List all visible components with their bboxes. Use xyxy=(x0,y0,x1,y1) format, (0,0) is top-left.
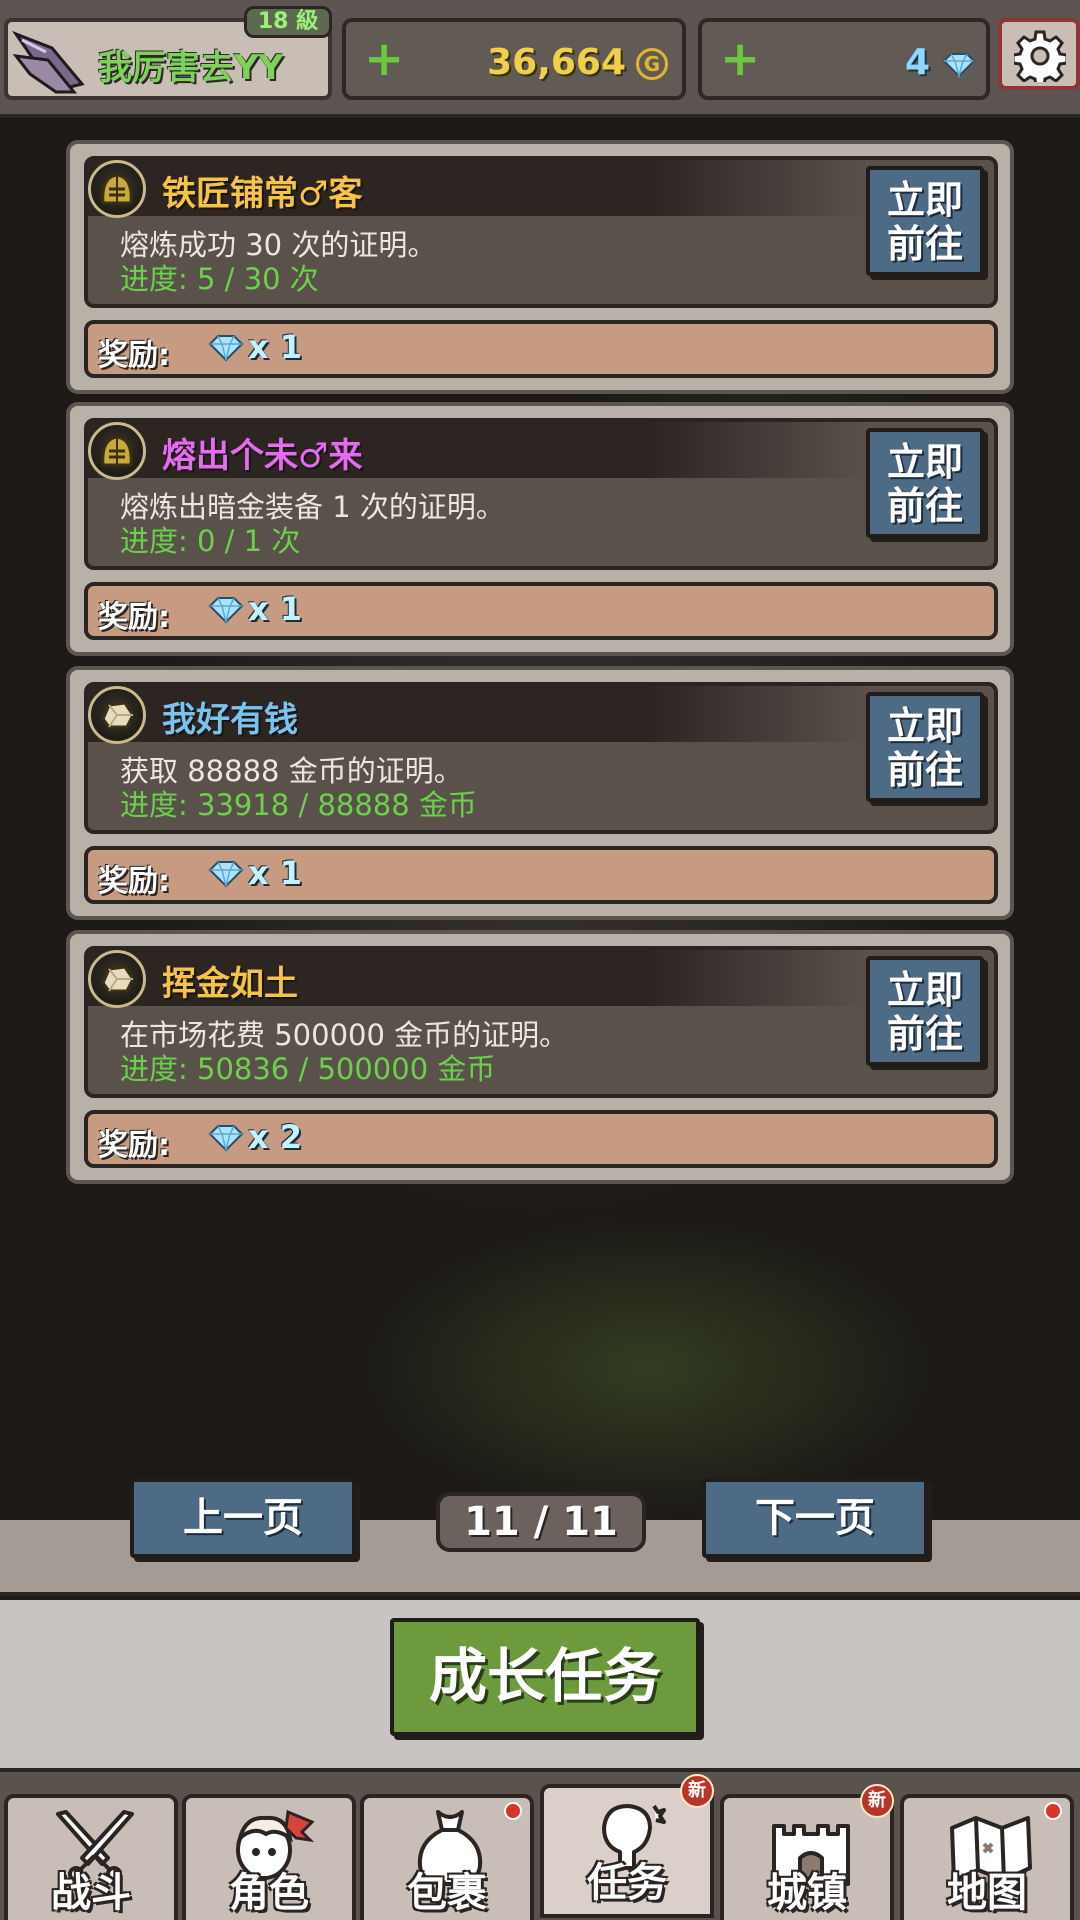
player-name: 我厉害去YY xyxy=(98,48,284,88)
reward-label: 奖励: xyxy=(98,864,170,899)
diamond-icon xyxy=(942,53,976,78)
go-now-button[interactable]: 立即 前往 xyxy=(866,692,984,802)
diamond-icon xyxy=(208,1124,244,1156)
tab-label: 地图 xyxy=(947,1870,1027,1916)
notification-dot xyxy=(1044,1802,1062,1820)
quest-progress: 进度: 5 / 30 次 xyxy=(120,262,319,296)
prev-page-button[interactable]: 上一页 xyxy=(130,1478,356,1558)
gold-coin-icon: G xyxy=(636,48,668,80)
growth-quest-button[interactable]: 成长任务 xyxy=(390,1618,700,1736)
add-gold-icon[interactable]: + xyxy=(364,34,404,84)
tab-label: 包裹 xyxy=(407,1870,487,1916)
quest-reward: 奖励: x 1 xyxy=(84,846,998,904)
diamond-icon xyxy=(208,596,244,628)
go-now-label: 立即 前往 xyxy=(886,440,963,528)
quest-body: 我好有钱 获取 88888 金币的证明。 进度: 33918 / 88888 金… xyxy=(84,682,998,834)
helmet-icon xyxy=(88,422,146,480)
next-page-button[interactable]: 下一页 xyxy=(702,1478,928,1558)
quest-reward: 奖励: x 1 xyxy=(84,320,998,378)
reward-label: 奖励: xyxy=(98,1128,170,1163)
tab-quest[interactable]: 任务 新 xyxy=(540,1774,714,1918)
reward-label: 奖励: xyxy=(98,600,170,635)
quest-title: 挥金如土 xyxy=(162,964,298,1004)
diamond-icon xyxy=(208,860,244,892)
quest-card: 我好有钱 获取 88888 金币的证明。 进度: 33918 / 88888 金… xyxy=(66,666,1014,920)
new-badge: 新 xyxy=(680,1774,714,1808)
quest-body: 挥金如土 在市场花费 500000 金币的证明。 进度: 50836 / 500… xyxy=(84,946,998,1098)
reward-amount: x 2 xyxy=(248,1118,303,1156)
tab-battle[interactable]: 战斗 xyxy=(4,1794,178,1920)
go-now-button[interactable]: 立即 前往 xyxy=(866,956,984,1066)
tab-label: 战斗 xyxy=(51,1870,131,1916)
quest-title: 铁匠铺常♂客 xyxy=(162,174,363,214)
ore-icon xyxy=(88,686,146,744)
go-now-label: 立即 前往 xyxy=(886,178,963,266)
gem-amount: 4 xyxy=(904,42,930,83)
quest-category-area: 成长任务 xyxy=(0,1600,1080,1768)
quest-reward: 奖励: x 1 xyxy=(84,582,998,640)
go-now-label: 立即 前往 xyxy=(886,968,963,1056)
go-now-button[interactable]: 立即 前往 xyxy=(866,166,984,276)
tab-bag[interactable]: 包裹 xyxy=(360,1794,534,1920)
quest-progress: 进度: 33918 / 88888 金币 xyxy=(120,788,477,822)
reward-amount: x 1 xyxy=(248,854,303,892)
settings-button[interactable] xyxy=(998,18,1080,90)
diamond-icon xyxy=(208,334,244,366)
go-now-label: 立即 前往 xyxy=(886,704,963,792)
bottom-nav: 战斗 角色 包裹 任务 新 城镇 新 地图 xyxy=(0,1768,1080,1920)
reward-amount: x 1 xyxy=(248,328,303,366)
new-badge: 新 xyxy=(860,1784,894,1818)
tab-character[interactable]: 角色 xyxy=(182,1794,356,1920)
quest-title: 我好有钱 xyxy=(162,700,298,740)
reward-amount: x 1 xyxy=(248,590,303,628)
page-indicator: 11 / 11 xyxy=(436,1492,646,1552)
tab-town[interactable]: 城镇 新 xyxy=(720,1784,894,1920)
quest-body: 熔出个未♂来 熔炼出暗金装备 1 次的证明。 进度: 0 / 1 次 立即 前往 xyxy=(84,418,998,570)
quest-card: 挥金如土 在市场花费 500000 金币的证明。 进度: 50836 / 500… xyxy=(66,930,1014,1184)
quest-progress: 进度: 50836 / 500000 金币 xyxy=(120,1052,496,1086)
gear-icon xyxy=(1014,30,1066,82)
player-level-badge: 18 級 xyxy=(244,6,332,38)
quest-card: 铁匠铺常♂客 熔炼成功 30 次的证明。 进度: 5 / 30 次 立即 前往 … xyxy=(66,140,1014,394)
gold-amount: 36,664 xyxy=(487,42,626,83)
tab-label: 任务 xyxy=(587,1860,667,1906)
helmet-icon xyxy=(88,160,146,218)
tab-label: 角色 xyxy=(229,1870,309,1916)
tab-map[interactable]: 地图 xyxy=(900,1794,1074,1920)
quest-reward: 奖励: x 2 xyxy=(84,1110,998,1168)
go-now-button[interactable]: 立即 前往 xyxy=(866,428,984,538)
player-avatar-icon xyxy=(12,30,85,94)
gem-counter[interactable]: + 4 xyxy=(698,18,990,100)
quest-title: 熔出个未♂来 xyxy=(162,436,363,476)
reward-label: 奖励: xyxy=(98,338,170,373)
quest-card: 熔出个未♂来 熔炼出暗金装备 1 次的证明。 进度: 0 / 1 次 立即 前往… xyxy=(66,402,1014,656)
gold-counter[interactable]: + 36,664 G xyxy=(342,18,686,100)
add-gem-icon[interactable]: + xyxy=(720,34,760,84)
ore-icon xyxy=(88,950,146,1008)
tab-label: 城镇 xyxy=(767,1870,847,1916)
top-bar: 我厉害去YY 18 級 + 36,664 G + 4 xyxy=(0,0,1080,118)
notification-dot xyxy=(504,1802,522,1820)
quest-body: 铁匠铺常♂客 熔炼成功 30 次的证明。 进度: 5 / 30 次 立即 前往 xyxy=(84,156,998,308)
quest-progress: 进度: 0 / 1 次 xyxy=(120,524,301,558)
